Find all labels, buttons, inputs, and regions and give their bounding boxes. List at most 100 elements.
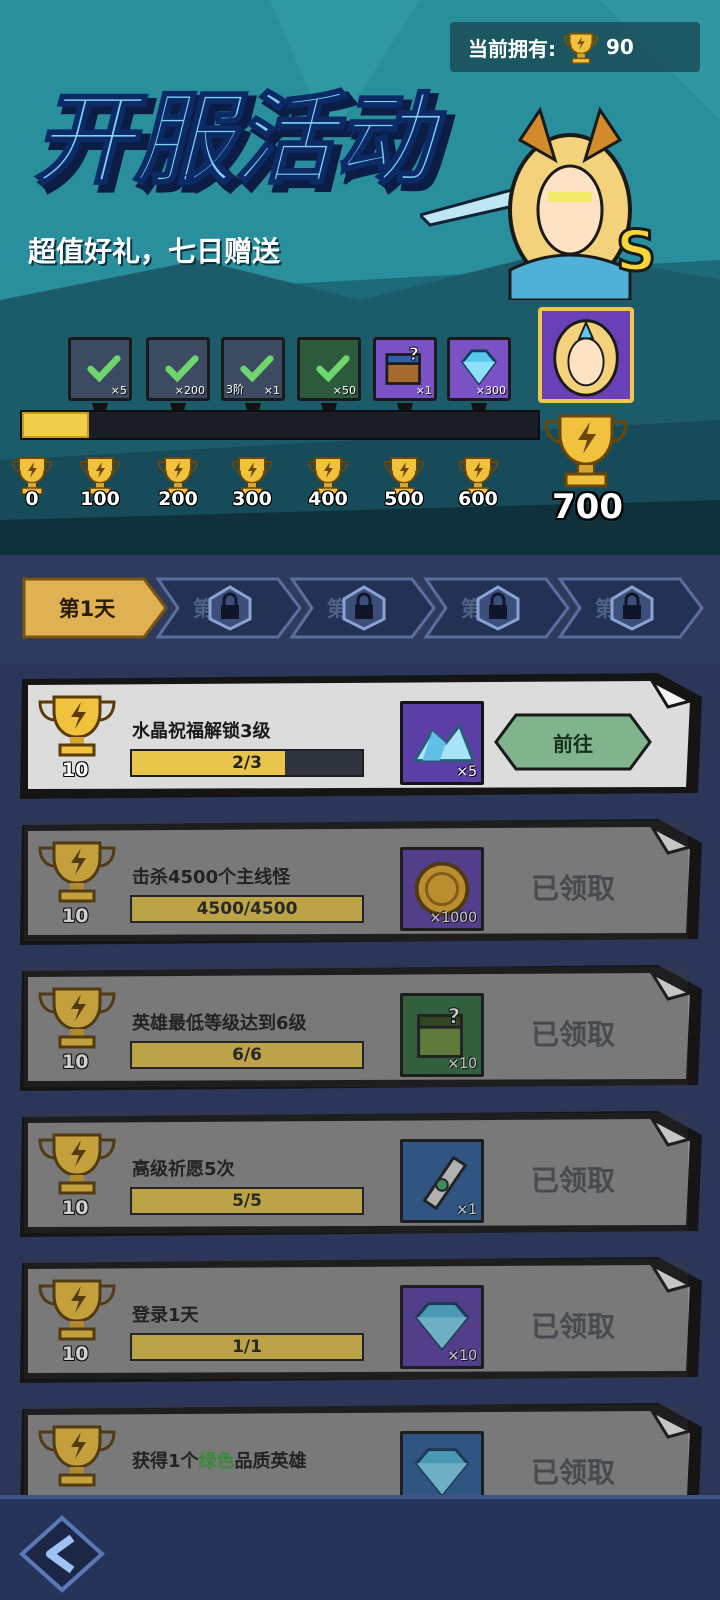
claimed-label: 已领取	[530, 1456, 615, 1489]
milestone-label: 400	[308, 488, 348, 510]
task-name: 击杀4500个主线怪	[132, 867, 291, 888]
svg-text:?: ?	[448, 1004, 460, 1029]
go-button-label: 前往	[553, 731, 593, 756]
milestone-label: 200	[158, 488, 198, 510]
owned-label: 当前拥有:	[468, 36, 556, 61]
tab-day-3[interactable]: 第3天	[290, 577, 438, 639]
claimed-label: 已领取	[530, 1310, 615, 1343]
claimed-label: 已领取	[530, 1164, 615, 1197]
reward-qty: ×5	[456, 764, 477, 780]
milestone-progress-fill	[22, 412, 90, 438]
tab-day-2[interactable]: 第2天	[156, 577, 304, 639]
reward-qty: ×10	[447, 1056, 477, 1072]
owned-value: 90	[606, 35, 634, 59]
go-button[interactable]: 前往	[494, 713, 652, 771]
lock-icon	[610, 585, 654, 631]
reward-qty: ×1	[263, 384, 280, 397]
trophy-icon	[34, 985, 120, 1051]
bottom-bar	[0, 1495, 720, 1600]
event-title-text: 开服活动	[34, 81, 446, 198]
task-card: 10 击杀4500个主线怪 4500/4500 ×1000 已领取	[18, 817, 704, 947]
task-points: 10	[62, 1197, 89, 1219]
tab-day-5[interactable]: 第5天	[558, 577, 706, 639]
milestone-reward-5[interactable]: ? ×1	[373, 337, 437, 401]
task-progress-bar: 6/6	[130, 1041, 364, 1069]
check-icon	[316, 355, 350, 383]
task-card: 10 登录1天 1/1 ×10 已领取	[18, 1255, 704, 1385]
check-icon	[165, 355, 199, 383]
milestone-label: 500	[384, 488, 424, 510]
milestone-label: 600	[458, 488, 498, 510]
task-progress-bar: 4500/4500	[130, 895, 364, 923]
task-progress-text: 4500/4500	[196, 899, 298, 919]
task-name: 英雄最低等级达到6级	[132, 1013, 307, 1034]
lock-icon	[476, 585, 520, 631]
task-progress-text: 2/3	[232, 753, 262, 773]
task-progress-text: 6/6	[232, 1045, 262, 1065]
task-progress-bar: 1/1	[130, 1333, 364, 1361]
task-reward-item[interactable]: ×1000	[400, 847, 484, 931]
event-subtitle: 超值好礼，七日赠送	[28, 235, 281, 268]
trophy-icon	[34, 1423, 120, 1489]
final-trophy-icon	[544, 414, 628, 488]
claimed-label: 已领取	[530, 1018, 615, 1051]
hero-portrait-art: S	[420, 106, 658, 300]
milestone-reward-3[interactable]: 3阶 ×1	[221, 337, 285, 401]
task-name: 高级祈愿5次	[132, 1159, 235, 1180]
trophy-icon	[34, 1131, 120, 1197]
milestone-reward-4[interactable]: ×50	[297, 337, 361, 401]
lock-icon	[342, 585, 386, 631]
milestone-label: 100	[80, 488, 120, 510]
task-points: 10	[62, 1051, 89, 1073]
reward-qty: ×200	[174, 384, 205, 397]
task-reward-item[interactable]: ×1	[400, 1139, 484, 1223]
task-points: 10	[62, 759, 89, 781]
svg-text:?: ?	[409, 344, 420, 365]
task-reward-item[interactable]: ×10	[400, 1285, 484, 1369]
day-tabs: 第1天 第2天第3天第4天第5天	[0, 555, 720, 665]
task-card: 10 英雄最低等级达到6级 6/6? ×10 已领取	[18, 963, 704, 1093]
reward-qty: ×1000	[429, 910, 477, 926]
diamond-icon	[414, 1448, 470, 1495]
task-points: 10	[62, 905, 89, 927]
task-progress-bar: 5/5	[130, 1187, 364, 1215]
task-name: 水晶祝福解锁3级	[132, 721, 271, 742]
milestone-reward-6[interactable]: ×300	[447, 337, 511, 401]
task-reward-item[interactable]	[400, 1431, 484, 1495]
task-card: 10 高级祈愿5次 5/5 ×1 已领取	[18, 1109, 704, 1239]
milestone-label: 0	[25, 488, 39, 510]
milestone-reward-1[interactable]: ×5	[68, 337, 132, 401]
reward-qty: ×1	[415, 384, 432, 397]
claimed-label: 已领取	[530, 872, 615, 905]
tab-day-4[interactable]: 第4天	[424, 577, 572, 639]
task-progress-text: 1/1	[232, 1337, 262, 1357]
trophy-icon	[34, 1277, 120, 1343]
task-card: 10 水晶祝福解锁3级 2/3 ×5 前往	[18, 671, 704, 801]
final-reward-hero[interactable]	[538, 307, 634, 403]
task-reward-item[interactable]: ×5	[400, 701, 484, 785]
event-banner: 当前拥有: 90 开服活动 开服活动 超值好礼，七日赠送 S ×5 ×200 3…	[0, 0, 720, 555]
tab-label: 第1天	[58, 597, 116, 621]
hero-avatar-icon	[553, 319, 619, 397]
task-card: 获得1个绿色品质英雄 已领取	[18, 1401, 704, 1495]
task-reward-item[interactable]: ? ×10	[400, 993, 484, 1077]
back-button[interactable]	[14, 1514, 110, 1594]
tab-day-1[interactable]: 第1天	[22, 577, 170, 639]
reward-qty: ×1	[456, 1202, 477, 1218]
reward-qty: ×5	[110, 384, 127, 397]
reward-qty: ×10	[447, 1348, 477, 1364]
reward-qty: ×300	[475, 384, 506, 397]
task-name: 登录1天	[132, 1305, 199, 1326]
task-progress-text: 5/5	[232, 1191, 262, 1211]
event-title: 开服活动 开服活动	[33, 80, 455, 207]
reward-qty: ×50	[332, 384, 356, 397]
trophy-icon	[563, 32, 599, 64]
check-icon	[87, 355, 121, 383]
task-name: 获得1个绿色品质英雄	[132, 1451, 307, 1472]
task-list[interactable]: 10 水晶祝福解锁3级 2/3 ×5 前往 10 击杀4500个主线怪 4500/4500 ×1…	[0, 665, 720, 1495]
task-points: 10	[62, 1343, 89, 1365]
trophy-icon	[34, 693, 120, 759]
hero-grade: S	[616, 219, 656, 284]
milestone-reward-2[interactable]: ×200	[146, 337, 210, 401]
milestone-progress-bar	[20, 410, 540, 440]
